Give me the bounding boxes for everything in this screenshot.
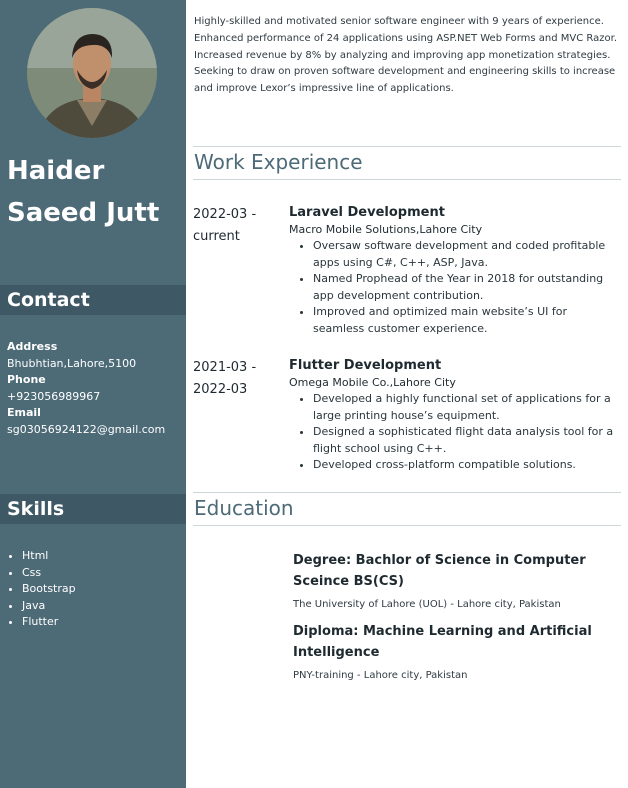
- job-bullets: Oversaw software development and coded p…: [289, 238, 619, 338]
- job-bullet: Named Prophead of the Year in 2018 for o…: [313, 271, 619, 304]
- skills-heading: Skills: [0, 494, 186, 524]
- school-name: The University of Lahore (UOL) - Lahore …: [293, 599, 561, 610]
- degree-title: Diploma: Machine Learning and Artificial…: [293, 624, 592, 660]
- education-entry: Diploma: Machine Learning and Artificial…: [293, 621, 593, 684]
- job-date-end: 2022-03: [193, 381, 248, 397]
- contact-heading: Contact: [0, 285, 186, 315]
- job-body: Flutter Development Omega Mobile Co.,Lah…: [289, 357, 619, 474]
- first-name: Haider: [7, 156, 105, 186]
- job-bullets: Developed a highly functional set of app…: [289, 391, 619, 474]
- email-label: Email: [7, 406, 41, 420]
- job-title: Flutter Development: [289, 358, 442, 373]
- job-dates: 2021-03 - 2022-03: [193, 357, 283, 400]
- skill-item: Bootstrap: [22, 581, 76, 598]
- skills-list: Html Css Bootstrap Java Flutter: [22, 548, 76, 631]
- phone-label: Phone: [7, 373, 46, 387]
- job-date-start: 2021-03 -: [193, 360, 257, 375]
- phone-value: +923056989967: [7, 389, 101, 403]
- address-label: Address: [7, 340, 58, 353]
- job-company: Macro Mobile Solutions,Lahore City: [289, 223, 483, 236]
- profile-photo: [27, 8, 157, 138]
- job-bullet: Designed a sophisticated flight data ana…: [313, 424, 619, 457]
- skill-item: Html: [22, 548, 76, 565]
- profile-photo-illustration: [27, 8, 157, 138]
- job-bullet: Oversaw software development and coded p…: [313, 238, 619, 271]
- candidate-name: Haider Saeed Jutt: [7, 150, 182, 234]
- contact-details: Address Bhubhtian,Lahore,5100 Phone +923…: [7, 339, 185, 439]
- profile-summary: Highly-skilled and motivated senior soft…: [194, 16, 618, 95]
- education-entry: Degree: Bachlor of Science in Computer S…: [293, 550, 593, 613]
- job-bullet: Improved and optimized main website’s UI…: [313, 304, 619, 337]
- email-value: sg03056924122@gmail.com: [7, 422, 166, 436]
- job-date-end: current: [193, 228, 240, 244]
- job-company: Omega Mobile Co.,Lahore City: [289, 376, 456, 389]
- job-body: Laravel Development Macro Mobile Solutio…: [289, 204, 619, 338]
- school-name: PNY-training - Lahore city, Pakistan: [293, 670, 468, 681]
- degree-title: Degree: Bachlor of Science in Computer S…: [293, 553, 586, 589]
- job-title: Laravel Development: [289, 205, 445, 220]
- job-dates: 2022-03 - current: [193, 204, 283, 247]
- job-bullet: Developed cross-platform compatible solu…: [313, 457, 619, 474]
- main-content: Highly-skilled and motivated senior soft…: [186, 0, 628, 788]
- skill-item: Flutter: [22, 614, 76, 631]
- last-name: Saeed Jutt: [7, 198, 160, 228]
- address-value: Bhubhtian,Lahore,5100: [7, 356, 137, 370]
- sidebar: Haider Saeed Jutt Contact Address Bhubht…: [0, 0, 186, 788]
- job-date-start: 2022-03 -: [193, 207, 257, 222]
- education-heading: Education: [193, 492, 621, 526]
- skill-item: Java: [22, 598, 76, 615]
- skill-item: Css: [22, 565, 76, 582]
- work-experience-heading: Work Experience: [193, 146, 621, 180]
- job-bullet: Developed a highly functional set of app…: [313, 391, 619, 424]
